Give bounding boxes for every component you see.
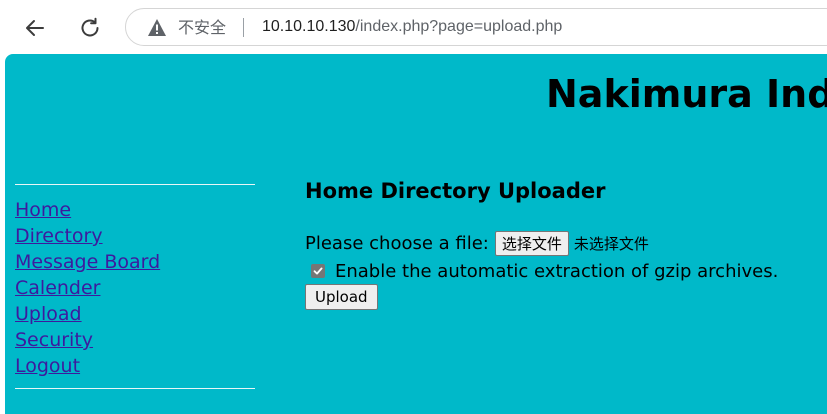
gzip-option-row: Enable the automatic extraction of gzip … [305,259,778,283]
uploader-heading: Home Directory Uploader [305,179,606,203]
file-chooser-row: Please choose a file: 选择文件 未选择文件 [305,230,649,256]
address-bar[interactable]: 不安全 10.10.10.130/index.php?page=upload.p… [125,8,827,46]
side-menu: Home Directory Message Board Calender Up… [15,197,160,379]
file-prompt-label: Please choose a file: [305,232,489,254]
url-text[interactable]: 10.10.10.130/index.php?page=upload.php [262,17,562,37]
menu-link-directory[interactable]: Directory [15,225,103,247]
reload-button[interactable] [73,11,107,45]
menu-link-message-board[interactable]: Message Board [15,251,160,273]
menu-link-logout[interactable]: Logout [15,355,80,377]
checkmark-icon [313,267,323,275]
url-path: /index.php?page=upload.php [355,18,563,35]
choose-file-button[interactable]: 选择文件 [494,230,569,256]
gzip-checkbox[interactable] [311,264,325,278]
no-file-chosen-text: 未选择文件 [573,234,649,253]
address-divider [243,18,244,37]
warning-triangle-icon [148,19,166,36]
menu-link-upload[interactable]: Upload [15,303,82,325]
menu-bottom-divider [15,388,255,389]
url-host: 10.10.10.130 [262,18,356,35]
site-title: Nakimura Indu [546,72,827,116]
page-viewport: Nakimura Indu Home Directory Message Boa… [5,54,827,414]
upload-button[interactable]: Upload [305,284,378,310]
menu-link-calender[interactable]: Calender [15,277,100,299]
refresh-icon [81,17,99,37]
back-button[interactable] [18,11,52,45]
browser-toolbar: 不安全 10.10.10.130/index.php?page=upload.p… [0,0,827,54]
menu-top-divider [15,184,255,185]
menu-link-security[interactable]: Security [15,329,93,351]
gzip-checkbox-label: Enable the automatic extraction of gzip … [335,260,779,282]
menu-link-home[interactable]: Home [15,199,71,221]
arrow-left-icon [26,20,44,36]
security-label[interactable]: 不安全 [178,18,226,38]
